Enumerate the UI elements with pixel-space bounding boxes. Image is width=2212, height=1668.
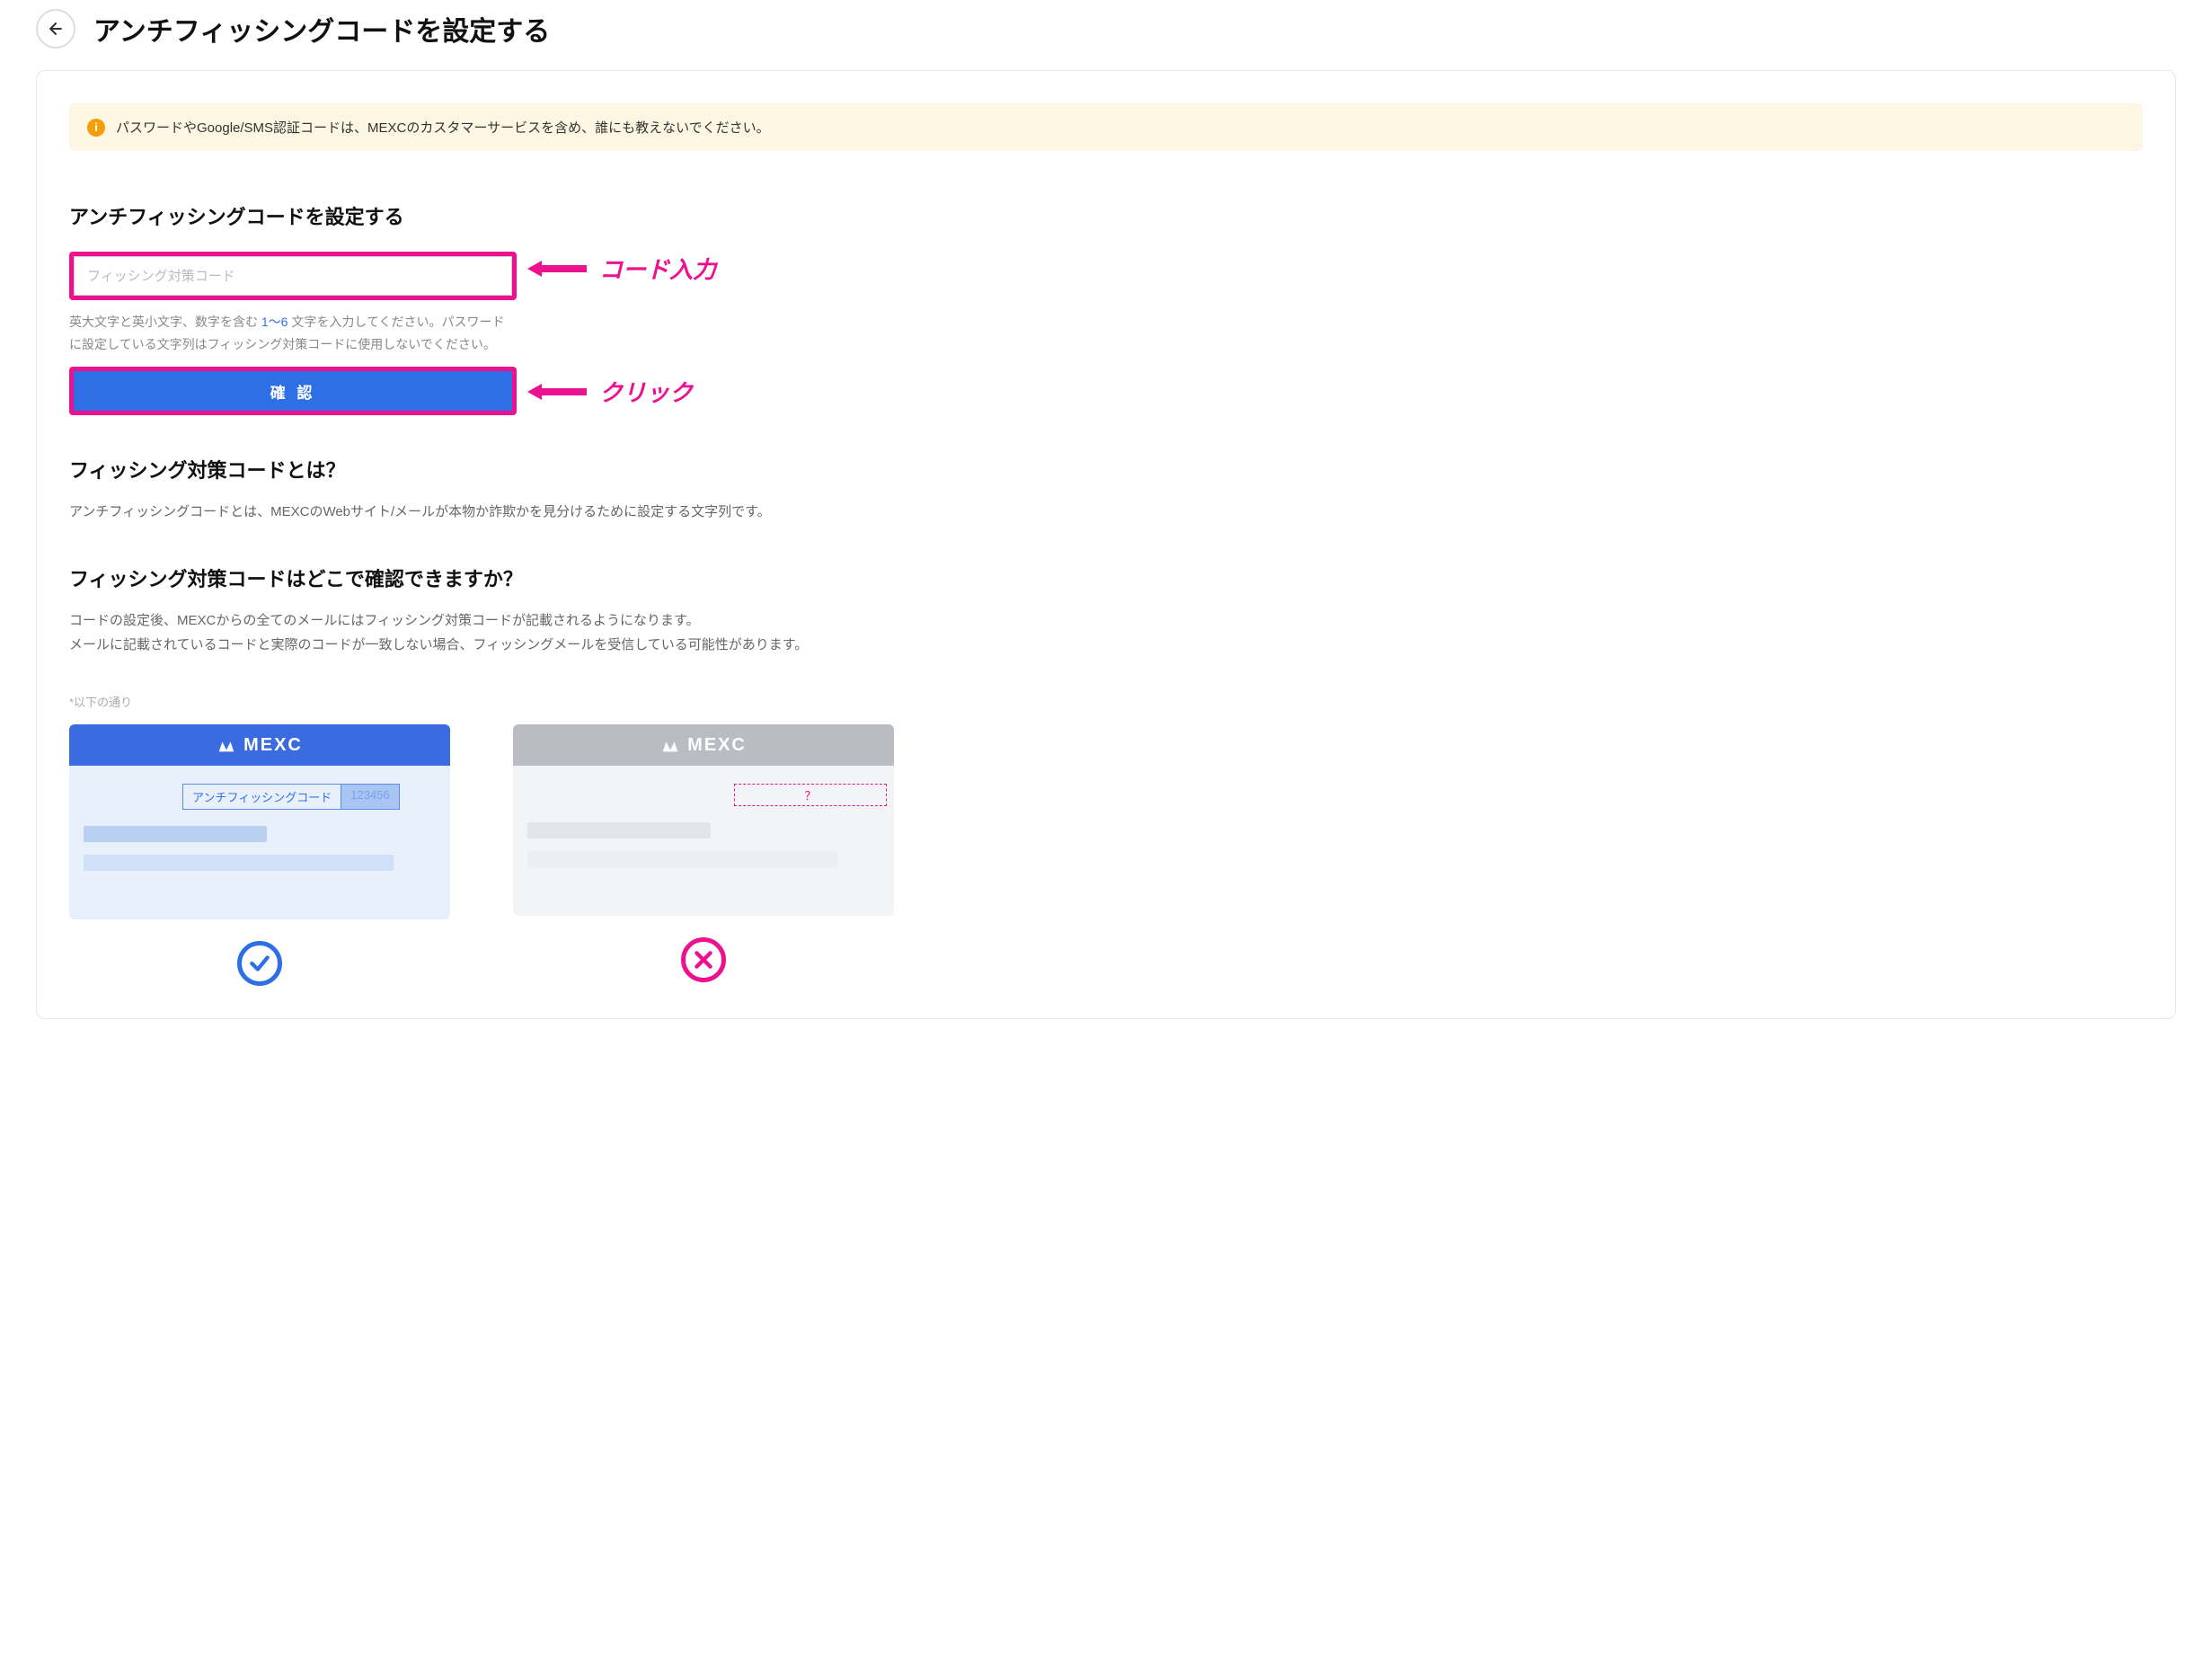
faq2-answer-1: コードの設定後、MEXCからの全てのメールにはフィッシング対策コードが記載される… bbox=[69, 608, 2143, 633]
mock-header-good: MEXC bbox=[69, 724, 450, 766]
faq2-question: フィッシング対策コードはどこで確認できますか？ bbox=[69, 563, 2143, 592]
annotation-input: コード入力 bbox=[526, 252, 2143, 285]
example-good: MEXC アンチフィッシングコード 123456 bbox=[69, 724, 450, 986]
annotation-click: クリック bbox=[526, 375, 2143, 408]
faq1-answer: アンチフィッシングコードとは、MEXCのWebサイト/メールが本物か詐欺かを見分… bbox=[69, 500, 2143, 524]
form-title: アンチフィッシングコードを設定する bbox=[69, 201, 2143, 230]
confirm-button[interactable]: 確 認 bbox=[74, 371, 512, 411]
arrow-left-annotation-icon bbox=[526, 381, 588, 403]
warning-text: パスワードやGoogle/SMS認証コードは、MEXCのカスタマーサービスを含め… bbox=[116, 118, 770, 137]
arrow-left-annotation-icon bbox=[526, 258, 588, 279]
mexc-logo-icon bbox=[217, 735, 236, 755]
content-card: i パスワードやGoogle/SMS認証コードは、MEXCのカスタマーサービスを… bbox=[36, 70, 2176, 1019]
warning-banner: i パスワードやGoogle/SMS認証コードは、MEXCのカスタマーサービスを… bbox=[69, 103, 2143, 151]
arrow-left-icon bbox=[47, 20, 65, 38]
page-title: アンチフィッシングコードを設定する bbox=[93, 9, 550, 49]
placeholder-bar bbox=[84, 826, 267, 842]
faq1-question: フィッシング対策コードとは？ bbox=[69, 455, 2143, 484]
bad-code-chip: ？ bbox=[734, 784, 887, 806]
cross-badge bbox=[681, 937, 726, 982]
back-button[interactable] bbox=[36, 9, 75, 49]
cross-icon bbox=[692, 948, 715, 972]
example-bad: MEXC ？ bbox=[513, 724, 894, 986]
confirm-highlight-frame: 確 認 bbox=[69, 367, 517, 415]
input-help-text: 英大文字と英小文字、数字を含む 1〜6 文字を入力してください。パスワードに設定… bbox=[69, 311, 517, 356]
good-code-chip: アンチフィッシングコード 123456 bbox=[182, 784, 436, 810]
examples-note: *以下の通り bbox=[69, 693, 2143, 710]
mexc-logo-icon bbox=[660, 735, 680, 755]
input-highlight-frame bbox=[69, 252, 517, 300]
check-icon bbox=[248, 952, 271, 975]
info-icon: i bbox=[87, 119, 105, 137]
placeholder-bar bbox=[527, 822, 711, 838]
placeholder-bar bbox=[527, 851, 837, 867]
faq2-answer-2: メールに記載されているコードと実際のコードが一致しない場合、フィッシングメールを… bbox=[69, 633, 2143, 657]
check-badge bbox=[237, 941, 282, 986]
mock-header-bad: MEXC bbox=[513, 724, 894, 766]
antiphishing-code-input[interactable] bbox=[74, 256, 512, 296]
placeholder-bar bbox=[84, 855, 394, 871]
